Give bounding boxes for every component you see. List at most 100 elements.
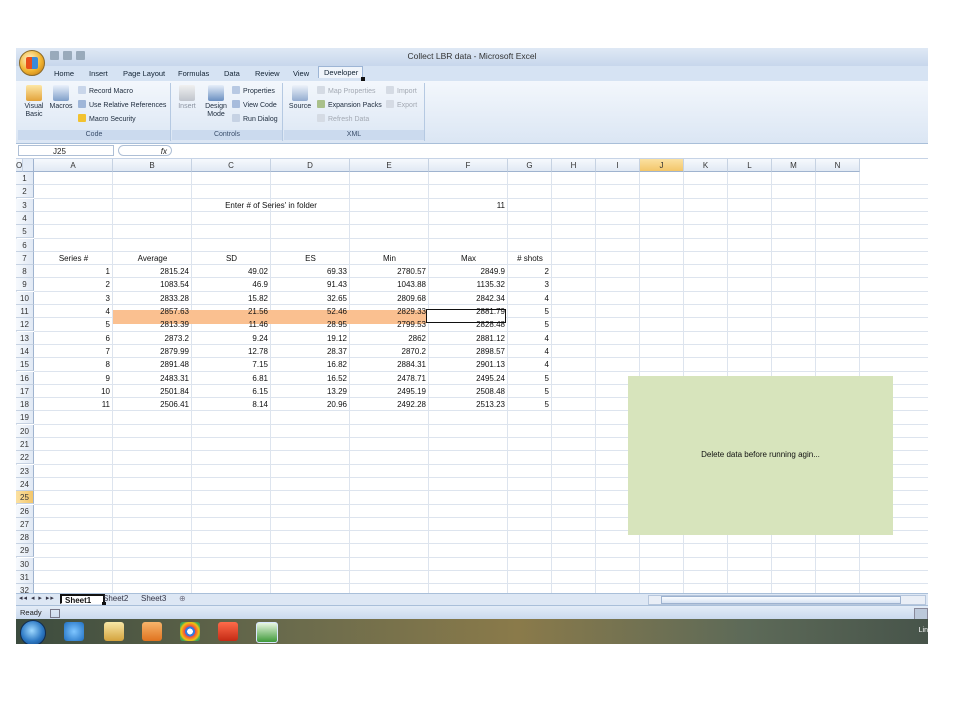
row-header-31[interactable]: 31 <box>16 571 34 584</box>
row-header-14[interactable]: 14 <box>16 344 34 358</box>
tab-formulas[interactable]: Formulas <box>173 68 214 79</box>
row-header-12[interactable]: 12 <box>16 318 34 332</box>
table-cell[interactable]: 52.46 <box>271 305 350 318</box>
table-cell[interactable]: 2891.48 <box>113 358 192 371</box>
column-header-g[interactable]: G <box>508 159 552 172</box>
column-header-o[interactable]: O <box>16 159 24 172</box>
tab-data[interactable]: Data <box>219 68 245 79</box>
row-header-6[interactable]: 6 <box>16 238 34 252</box>
row-header-7[interactable]: 7 <box>16 251 34 265</box>
row-header-2[interactable]: 2 <box>16 185 34 199</box>
table-cell[interactable]: 2862 <box>350 332 429 345</box>
table-cell[interactable]: 4 <box>508 358 552 371</box>
table-cell[interactable]: 6.15 <box>192 385 271 398</box>
table-cell[interactable]: 5 <box>508 372 552 385</box>
table-cell[interactable]: 2815.24 <box>113 265 192 278</box>
file-explorer-icon[interactable] <box>104 622 124 641</box>
row-header-4[interactable]: 4 <box>16 211 34 225</box>
tab-page-layout[interactable]: Page Layout <box>118 68 170 79</box>
row-header-21[interactable]: 21 <box>16 438 34 451</box>
table-cell[interactable]: 28.95 <box>271 318 350 331</box>
column-header-k[interactable]: K <box>684 159 728 172</box>
table-cell[interactable]: 2881.12 <box>429 332 508 345</box>
insert-control-button[interactable]: Insert <box>174 85 200 111</box>
table-cell[interactable]: 16.82 <box>271 358 350 371</box>
view-code-button[interactable]: View Code <box>232 100 277 109</box>
start-button[interactable] <box>20 620 46 644</box>
insert-function-button[interactable]: fx <box>118 145 172 156</box>
macro-security-button[interactable]: Macro Security <box>78 114 136 123</box>
table-cell[interactable]: 2483.31 <box>113 372 192 385</box>
row-header-20[interactable]: 20 <box>16 424 34 438</box>
table-cell[interactable]: 1135.32 <box>429 278 508 291</box>
table-cell[interactable]: 19.12 <box>271 332 350 345</box>
table-cell[interactable]: 20.96 <box>271 398 350 411</box>
table-cell[interactable]: 3 <box>34 292 113 305</box>
column-header-h[interactable]: H <box>552 159 596 172</box>
table-cell[interactable]: 2513.23 <box>429 398 508 411</box>
row-header-9[interactable]: 9 <box>16 278 34 292</box>
refresh-data-button[interactable]: Refresh Data <box>317 114 369 123</box>
row-header-24[interactable]: 24 <box>16 477 34 491</box>
expansion-packs-button[interactable]: Expansion Packs <box>317 100 382 109</box>
table-header-cell[interactable]: # shots <box>508 252 552 265</box>
run-dialog-button[interactable]: Run Dialog <box>232 114 278 123</box>
table-header-cell[interactable]: ES <box>271 252 350 265</box>
table-cell[interactable]: 2873.2 <box>113 332 192 345</box>
row-header-3[interactable]: 3 <box>16 198 34 212</box>
properties-button[interactable]: Properties <box>232 86 275 95</box>
visual-basic-button[interactable]: Visual Basic <box>20 85 48 119</box>
table-cell[interactable]: 91.43 <box>271 278 350 291</box>
table-header-cell[interactable]: SD <box>192 252 271 265</box>
table-cell[interactable]: 21.56 <box>192 305 271 318</box>
row-header-5[interactable]: 5 <box>16 225 34 239</box>
column-header-a[interactable]: A <box>34 159 113 172</box>
table-header-cell[interactable]: Min <box>350 252 429 265</box>
horizontal-scrollbar[interactable] <box>648 595 926 605</box>
record-macro-button[interactable]: Record Macro <box>78 86 133 95</box>
table-cell[interactable]: 2879.99 <box>113 345 192 358</box>
table-cell[interactable]: 7.15 <box>192 358 271 371</box>
table-cell[interactable]: 32.65 <box>271 292 350 305</box>
table-cell[interactable]: 4 <box>34 305 113 318</box>
table-cell[interactable]: 2901.13 <box>429 358 508 371</box>
scroll-thumb[interactable] <box>661 596 901 604</box>
column-header-d[interactable]: D <box>271 159 350 172</box>
macros-button[interactable]: Macros <box>48 85 74 111</box>
table-header-cell[interactable]: Max <box>429 252 508 265</box>
table-cell[interactable]: 2508.48 <box>429 385 508 398</box>
table-cell[interactable]: 5 <box>508 398 552 411</box>
table-cell[interactable]: 11.46 <box>192 318 271 331</box>
table-cell[interactable]: 1043.88 <box>350 278 429 291</box>
table-cell[interactable]: 2842.34 <box>429 292 508 305</box>
table-cell[interactable]: 2849.9 <box>429 265 508 278</box>
delete-data-button[interactable]: Delete data before running agin... <box>628 376 893 535</box>
table-cell[interactable]: 2799.53 <box>350 318 429 331</box>
excel-taskbar-icon[interactable] <box>256 622 278 643</box>
table-cell[interactable]: 4 <box>508 292 552 305</box>
table-cell[interactable]: 5 <box>508 385 552 398</box>
table-cell[interactable]: 2813.39 <box>113 318 192 331</box>
column-header-j[interactable]: J <box>640 159 684 172</box>
table-cell[interactable]: 5 <box>508 318 552 331</box>
series-count-value[interactable]: 11 <box>429 199 508 212</box>
row-header-18[interactable]: 18 <box>16 398 34 412</box>
table-cell[interactable]: 2 <box>34 278 113 291</box>
table-cell[interactable]: 9.24 <box>192 332 271 345</box>
tab-review[interactable]: Review <box>250 68 285 79</box>
table-cell[interactable]: 7 <box>34 345 113 358</box>
table-cell[interactable]: 2884.31 <box>350 358 429 371</box>
row-header-29[interactable]: 29 <box>16 544 34 558</box>
column-header-l[interactable]: L <box>728 159 772 172</box>
map-properties-button[interactable]: Map Properties <box>317 86 375 95</box>
row-header-25[interactable]: 25 <box>16 491 34 505</box>
sheet-tab-sheet2[interactable]: Sheet2 <box>100 594 131 604</box>
table-cell[interactable]: 2780.57 <box>350 265 429 278</box>
row-header-19[interactable]: 19 <box>16 411 34 425</box>
table-cell[interactable]: 49.02 <box>192 265 271 278</box>
internet-explorer-icon[interactable] <box>64 622 84 641</box>
table-cell[interactable]: 9 <box>34 372 113 385</box>
table-cell[interactable]: 2 <box>508 265 552 278</box>
table-cell[interactable]: 2870.2 <box>350 345 429 358</box>
worksheet-grid[interactable]: A B C D E F G H I J K L M N O 1 2 3 4 5 6 7 8 9 10 11 12 13 14 15 16 17… <box>16 159 928 593</box>
